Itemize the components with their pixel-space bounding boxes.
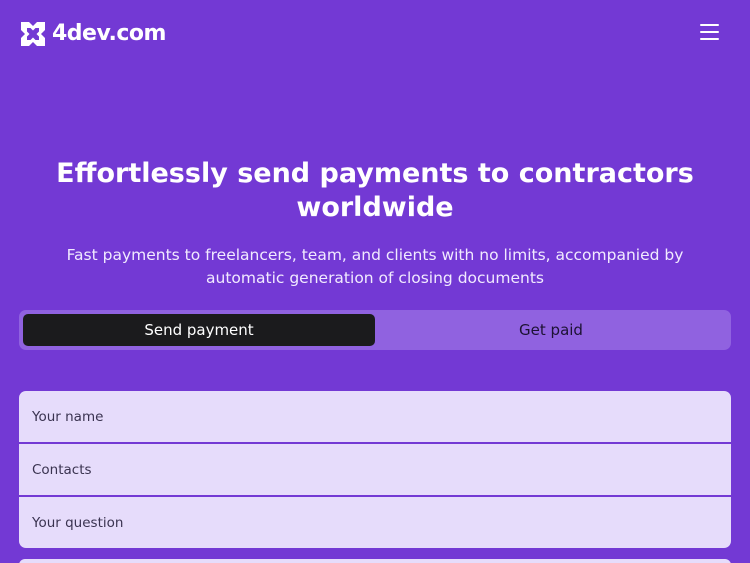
menu-line (700, 31, 719, 33)
logo-link[interactable]: 4dev.com (18, 19, 166, 49)
name-input[interactable] (19, 391, 731, 442)
menu-line (700, 38, 719, 40)
hero-subtitle: Fast payments to freelancers, team, and … (66, 246, 684, 287)
logo-text: 4dev.com (52, 21, 166, 46)
next-form-element-edge (19, 559, 731, 563)
question-input[interactable] (19, 497, 731, 548)
menu-line (700, 24, 719, 26)
page: 4dev.com Effortlessly send payments to c… (0, 0, 750, 563)
contact-form (19, 391, 731, 550)
site-header: 4dev.com (0, 0, 750, 70)
logo-mark-icon (21, 22, 45, 46)
payment-mode-tabs: Send payment Get paid (19, 310, 731, 350)
contacts-input[interactable] (19, 444, 731, 495)
tab-send-payment[interactable]: Send payment (23, 314, 375, 346)
hero-title: Effortlessly send payments to contractor… (56, 158, 694, 223)
hamburger-menu-icon[interactable] (700, 24, 722, 44)
tab-get-paid[interactable]: Get paid (375, 314, 727, 346)
